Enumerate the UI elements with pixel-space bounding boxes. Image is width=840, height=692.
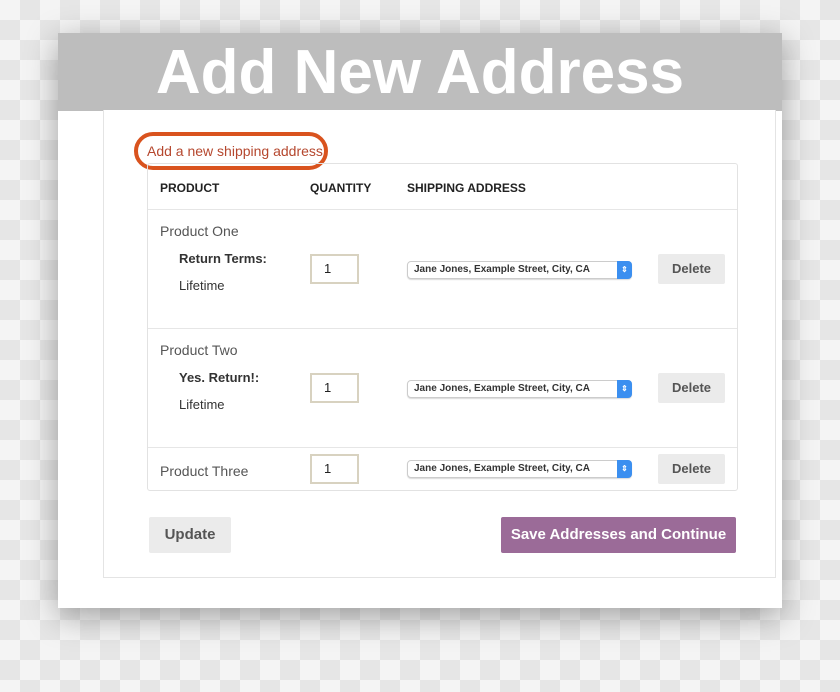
table-row: Product Two Yes. Return!: Lifetime 1 Jan…	[148, 328, 737, 447]
chevron-updown-icon: ⇕	[617, 261, 632, 279]
quantity-input[interactable]: 1	[310, 373, 359, 403]
product-name: Product One	[160, 223, 239, 239]
address-select[interactable]: Jane Jones, Example Street, City, CA ⇕	[407, 460, 632, 478]
header-quantity: QUANTITY	[310, 181, 372, 195]
product-name: Product Three	[160, 463, 249, 479]
product-name: Product Two	[160, 342, 238, 358]
delete-button[interactable]: Delete	[658, 254, 725, 284]
term-value: Lifetime	[179, 278, 225, 293]
save-addresses-button[interactable]: Save Addresses and Continue	[501, 517, 736, 553]
address-select[interactable]: Jane Jones, Example Street, City, CA ⇕	[407, 380, 632, 398]
chevron-updown-icon: ⇕	[617, 380, 632, 398]
quantity-input[interactable]: 1	[310, 254, 359, 284]
delete-button[interactable]: Delete	[658, 454, 725, 484]
address-select[interactable]: Jane Jones, Example Street, City, CA ⇕	[407, 261, 632, 279]
header-shipping-address: SHIPPING ADDRESS	[407, 181, 526, 195]
page-title: Add New Address	[58, 33, 782, 111]
term-label: Return Terms:	[179, 251, 267, 266]
address-value: Jane Jones, Example Street, City, CA	[414, 463, 590, 474]
table-row: Product One Return Terms: Lifetime 1 Jan…	[148, 209, 737, 328]
address-value: Jane Jones, Example Street, City, CA	[414, 264, 590, 275]
term-label: Yes. Return!:	[179, 370, 260, 385]
chevron-updown-icon: ⇕	[617, 460, 632, 478]
address-value: Jane Jones, Example Street, City, CA	[414, 383, 590, 394]
delete-button[interactable]: Delete	[658, 373, 725, 403]
header-product: PRODUCT	[160, 181, 220, 195]
update-button[interactable]: Update	[149, 517, 231, 553]
quantity-input[interactable]: 1	[310, 454, 359, 484]
shipping-table: PRODUCT QUANTITY SHIPPING ADDRESS Produc…	[147, 163, 738, 491]
table-row: Product Three 1 Jane Jones, Example Stre…	[148, 447, 737, 491]
term-value: Lifetime	[179, 397, 225, 412]
